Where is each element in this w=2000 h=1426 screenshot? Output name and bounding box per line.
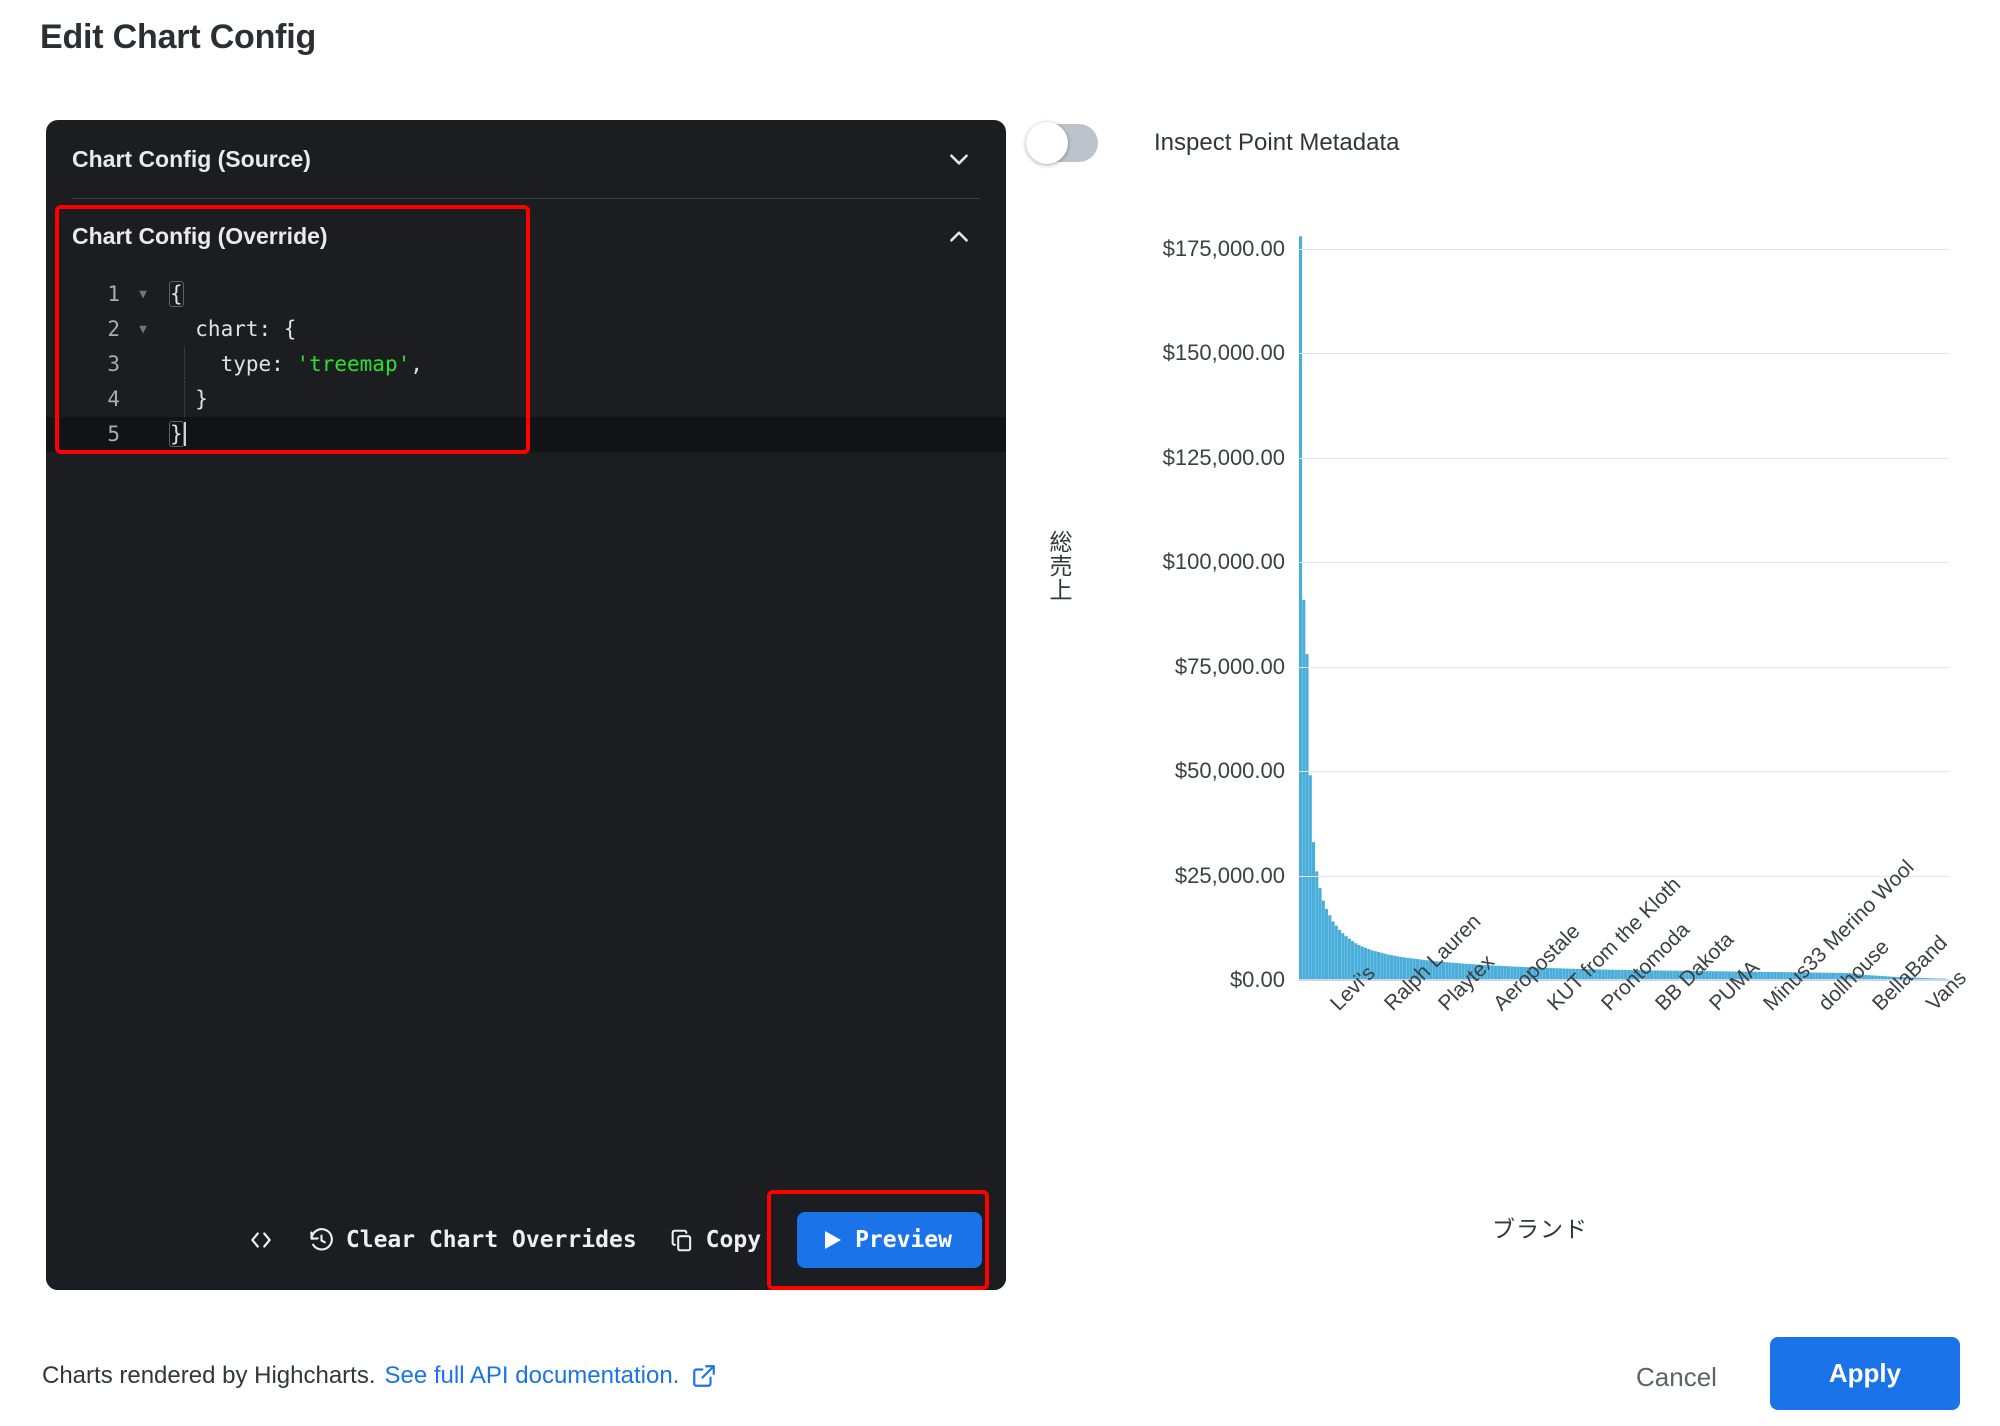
cancel-button[interactable]: Cancel [1610, 1348, 1743, 1407]
apply-button[interactable]: Apply [1770, 1337, 1960, 1410]
bar[interactable] [1318, 888, 1322, 980]
code-text: chart: { [170, 317, 297, 341]
bar[interactable] [1380, 952, 1384, 980]
code-text: { [156, 277, 184, 312]
y-axis-tick-labels: $175,000.00 $150,000.00 $125,000.00 $100,00… [1110, 0, 1285, 1426]
inspect-point-metadata-toggle[interactable] [1026, 122, 1098, 164]
chart-config-source-label: Chart Config (Source) [72, 145, 311, 172]
bar[interactable] [1331, 921, 1335, 980]
bar[interactable] [1341, 933, 1345, 980]
bar[interactable] [1312, 842, 1316, 980]
bar[interactable] [1390, 955, 1394, 980]
line-number: 2 [107, 317, 120, 341]
y-axis-tick-label: $175,000.00 [1162, 235, 1285, 261]
play-icon [823, 1229, 843, 1251]
gridline [1299, 771, 1949, 773]
bar[interactable] [1308, 775, 1312, 980]
preview-label: Preview [855, 1227, 952, 1253]
code-text: type: 'treemap', [156, 347, 423, 382]
gridline [1299, 666, 1949, 668]
code-string-literal: 'treemap' [296, 352, 411, 376]
fold-arrow-icon[interactable]: ▼ [130, 312, 156, 347]
bar[interactable] [1305, 654, 1309, 980]
bar[interactable] [1500, 965, 1504, 980]
bar[interactable] [1393, 955, 1397, 980]
external-link-icon[interactable] [691, 1363, 717, 1389]
page-title: Edit Chart Config [40, 18, 317, 56]
fold-arrow-icon[interactable]: ▼ [130, 277, 156, 312]
y-axis-tick-label: $75,000.00 [1174, 653, 1285, 679]
code-line[interactable]: 2 ▼ chart: { [46, 312, 1006, 347]
chevron-down-icon[interactable] [946, 146, 972, 172]
editor-toolbar: Clear Chart Overrides Copy Preview [46, 1188, 1006, 1290]
chart-config-panel: Chart Config (Source) Chart Config (Over… [46, 120, 1006, 1290]
gridline [1299, 353, 1949, 355]
copy-icon [669, 1227, 695, 1254]
gridline [1299, 457, 1949, 459]
code-comma: , [410, 352, 423, 376]
chart-config-override-header[interactable]: Chart Config (Override) [46, 198, 1006, 274]
text-cursor [183, 422, 186, 446]
y-axis-title: 総売上 [1046, 530, 1072, 602]
bar[interactable] [1338, 929, 1342, 980]
x-axis-tick-labels: Levi's Ralph Lauren Playtex Aeropostale KUT … [1240, 856, 2000, 1185]
code-line[interactable]: 1 ▼ { [46, 277, 1006, 312]
bar[interactable] [1302, 599, 1306, 980]
y-axis-tick-label: $150,000.00 [1162, 340, 1285, 366]
preview-button[interactable]: Preview [797, 1212, 982, 1268]
code-text: } [170, 387, 208, 411]
brace-match-highlight: { [169, 281, 184, 307]
bar[interactable] [1334, 925, 1338, 980]
footer-note-text: Charts rendered by Highcharts. [42, 1362, 376, 1389]
y-axis-tick-label: $100,000.00 [1162, 549, 1285, 575]
code-line[interactable]: 3 type: 'treemap', [46, 347, 1006, 382]
brace-match-highlight: } [169, 421, 184, 447]
bar[interactable] [1325, 908, 1329, 980]
line-number: 3 [107, 352, 120, 376]
bar[interactable] [1321, 900, 1325, 980]
clear-chart-overrides-button[interactable]: Clear Chart Overrides [292, 1217, 653, 1264]
bar[interactable] [1503, 966, 1507, 980]
bar[interactable] [1328, 915, 1332, 980]
y-axis-tick-label: $25,000.00 [1174, 862, 1285, 888]
x-axis-title: ブランド [1492, 1216, 1588, 1242]
line-number: 1 [107, 282, 120, 306]
chart-config-override-editor[interactable]: 1 ▼ { 2 ▼ chart: { 3 type: 'treemap', 4 … [46, 277, 1006, 1290]
bar-series[interactable] [1299, 228, 1949, 980]
code-line[interactable]: 4 } [46, 382, 1006, 417]
code-key: type: [170, 352, 297, 376]
code-brackets-icon [246, 1227, 276, 1253]
y-axis-tick-label: $50,000.00 [1174, 758, 1285, 784]
copy-button[interactable]: Copy [653, 1217, 777, 1264]
footer-note: Charts rendered by Highcharts. See full … [42, 1362, 717, 1390]
chart-config-override-label: Chart Config (Override) [72, 222, 328, 249]
history-restore-icon [308, 1227, 335, 1254]
bar[interactable] [1383, 953, 1387, 980]
chevron-up-icon[interactable] [946, 223, 972, 249]
gridline [1299, 875, 1949, 877]
bar[interactable] [1344, 936, 1348, 980]
y-axis-tick-label: $125,000.00 [1162, 444, 1285, 470]
bar[interactable] [1315, 871, 1319, 980]
chart-config-source-header[interactable]: Chart Config (Source) [46, 120, 1006, 198]
api-documentation-link[interactable]: See full API documentation. [385, 1362, 680, 1390]
bar[interactable] [1386, 954, 1390, 980]
bar[interactable] [1299, 236, 1303, 980]
line-number: 5 [107, 422, 120, 446]
toggle-knob [1026, 122, 1068, 164]
bar[interactable] [1396, 956, 1400, 980]
gridline [1299, 562, 1949, 564]
copy-label: Copy [705, 1227, 762, 1253]
code-line-active[interactable]: 5 } [46, 417, 1006, 452]
line-number: 4 [107, 387, 120, 411]
bar[interactable] [1448, 962, 1452, 981]
gridline [1299, 248, 1949, 250]
code-view-toggle-button[interactable] [230, 1217, 292, 1263]
chart-plot-area[interactable] [1299, 228, 1949, 980]
clear-chart-overrides-label: Clear Chart Overrides [345, 1227, 637, 1253]
code-text: } [156, 417, 186, 452]
